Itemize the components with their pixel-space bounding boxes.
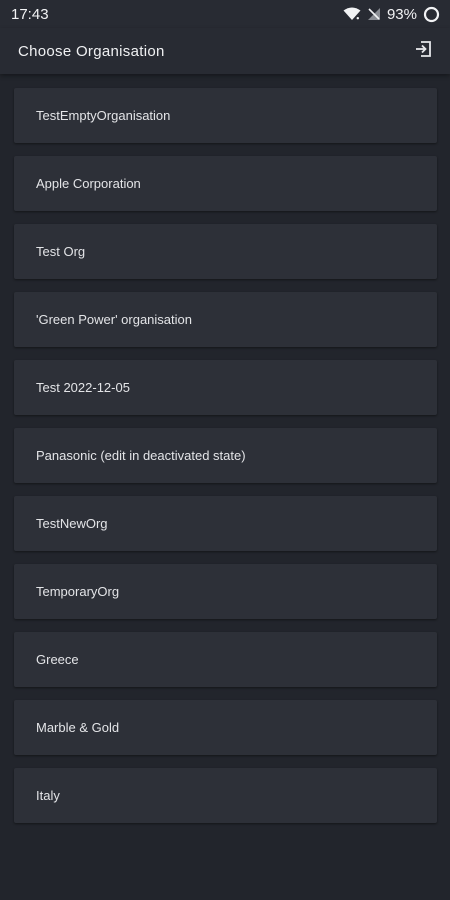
organisation-name: Test Org	[36, 244, 86, 259]
list-item[interactable]: Apple Corporation	[14, 156, 437, 211]
status-icons: 93%	[343, 6, 440, 23]
signal-off-icon	[367, 7, 381, 21]
organisation-name: TestEmptyOrganisation	[36, 108, 171, 123]
logout-button[interactable]	[412, 39, 436, 63]
app-bar: Choose Organisation	[0, 28, 450, 74]
list-item[interactable]: TemporaryOrg	[14, 564, 437, 619]
list-item[interactable]: TestEmptyOrganisation	[14, 88, 437, 143]
organisation-name: Panasonic (edit in deactivated state)	[36, 448, 246, 463]
list-item[interactable]: Test Org	[14, 224, 437, 279]
organisation-name: Marble & Gold	[36, 720, 120, 735]
list-item[interactable]: Italy	[14, 768, 437, 823]
organisation-name: TestNewOrg	[36, 516, 108, 531]
organisation-name: Italy	[36, 788, 60, 803]
list-item[interactable]: Greece	[14, 632, 437, 687]
status-time: 17:43	[11, 5, 49, 23]
list-item[interactable]: Test 2022-12-05	[14, 360, 437, 415]
list-item[interactable]: 'Green Power' organisation	[14, 292, 437, 347]
logout-icon	[414, 39, 434, 64]
list-item[interactable]: Marble & Gold	[14, 700, 437, 755]
wifi-icon	[343, 7, 361, 21]
screen: 17:43 93% Choose Organisation TestEmptyO…	[0, 0, 450, 900]
organisation-list: TestEmptyOrganisation Apple Corporation …	[14, 88, 437, 836]
organisation-name: TemporaryOrg	[36, 584, 120, 599]
list-item[interactable]: TestNewOrg	[14, 496, 437, 551]
organisation-name: Greece	[36, 652, 79, 667]
page-title: Choose Organisation	[18, 42, 165, 60]
organisation-name: Test 2022-12-05	[36, 380, 130, 395]
status-bar: 17:43 93%	[0, 0, 450, 28]
battery-text: 93%	[386, 5, 417, 23]
list-item[interactable]: Panasonic (edit in deactivated state)	[14, 428, 437, 483]
organisation-name: Apple Corporation	[36, 176, 141, 191]
organisation-name: 'Green Power' organisation	[36, 312, 192, 327]
battery-ring-icon	[423, 6, 440, 23]
